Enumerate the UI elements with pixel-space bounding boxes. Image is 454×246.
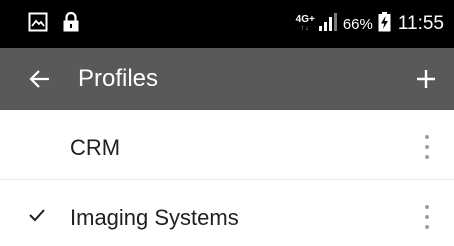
clock: 11:55 — [397, 13, 444, 34]
status-bar-left — [28, 11, 80, 38]
more-vert-icon-dot — [425, 135, 429, 139]
battery-charging-icon — [378, 11, 391, 37]
battery-percent: 66% — [342, 15, 373, 33]
more-vert-icon-dot — [425, 215, 429, 219]
check-icon — [28, 207, 46, 223]
profile-item-imaging-systems[interactable]: Imaging Systems — [0, 180, 454, 246]
more-vert-icon-dot — [425, 145, 429, 149]
more-options-button[interactable] — [420, 135, 434, 159]
toolbar: Profiles — [0, 48, 454, 110]
profile-item-crm[interactable]: CRM — [0, 110, 454, 180]
profile-name: Imaging Systems — [70, 205, 239, 230]
signal-strength-icon — [318, 12, 338, 36]
network-type-indicator: 4G+ ↑↓ — [296, 15, 315, 33]
screen: 4G+ ↑↓ 66% 11:55 Profiles CRM Imaging Sy… — [0, 0, 454, 246]
data-activity-icon: ↑↓ — [300, 25, 310, 32]
plus-icon — [417, 70, 435, 88]
more-vert-icon-dot — [425, 225, 429, 229]
more-vert-icon-dot — [425, 155, 429, 159]
profile-name: CRM — [70, 135, 121, 160]
page-title: Profiles — [78, 65, 159, 92]
status-bar: 4G+ ↑↓ 66% 11:55 — [0, 0, 454, 48]
profile-list: CRM Imaging Systems — [0, 110, 454, 246]
more-vert-icon-dot — [425, 205, 429, 209]
more-options-button[interactable] — [420, 205, 434, 229]
back-button[interactable] — [28, 67, 52, 91]
network-type-label: 4G+ — [295, 14, 315, 25]
arrow-left-icon — [29, 70, 49, 88]
status-bar-right: 4G+ ↑↓ 66% 11:55 — [296, 10, 444, 38]
add-profile-button[interactable] — [414, 67, 438, 91]
lock-icon — [62, 11, 80, 38]
image-notification-icon — [28, 12, 48, 37]
